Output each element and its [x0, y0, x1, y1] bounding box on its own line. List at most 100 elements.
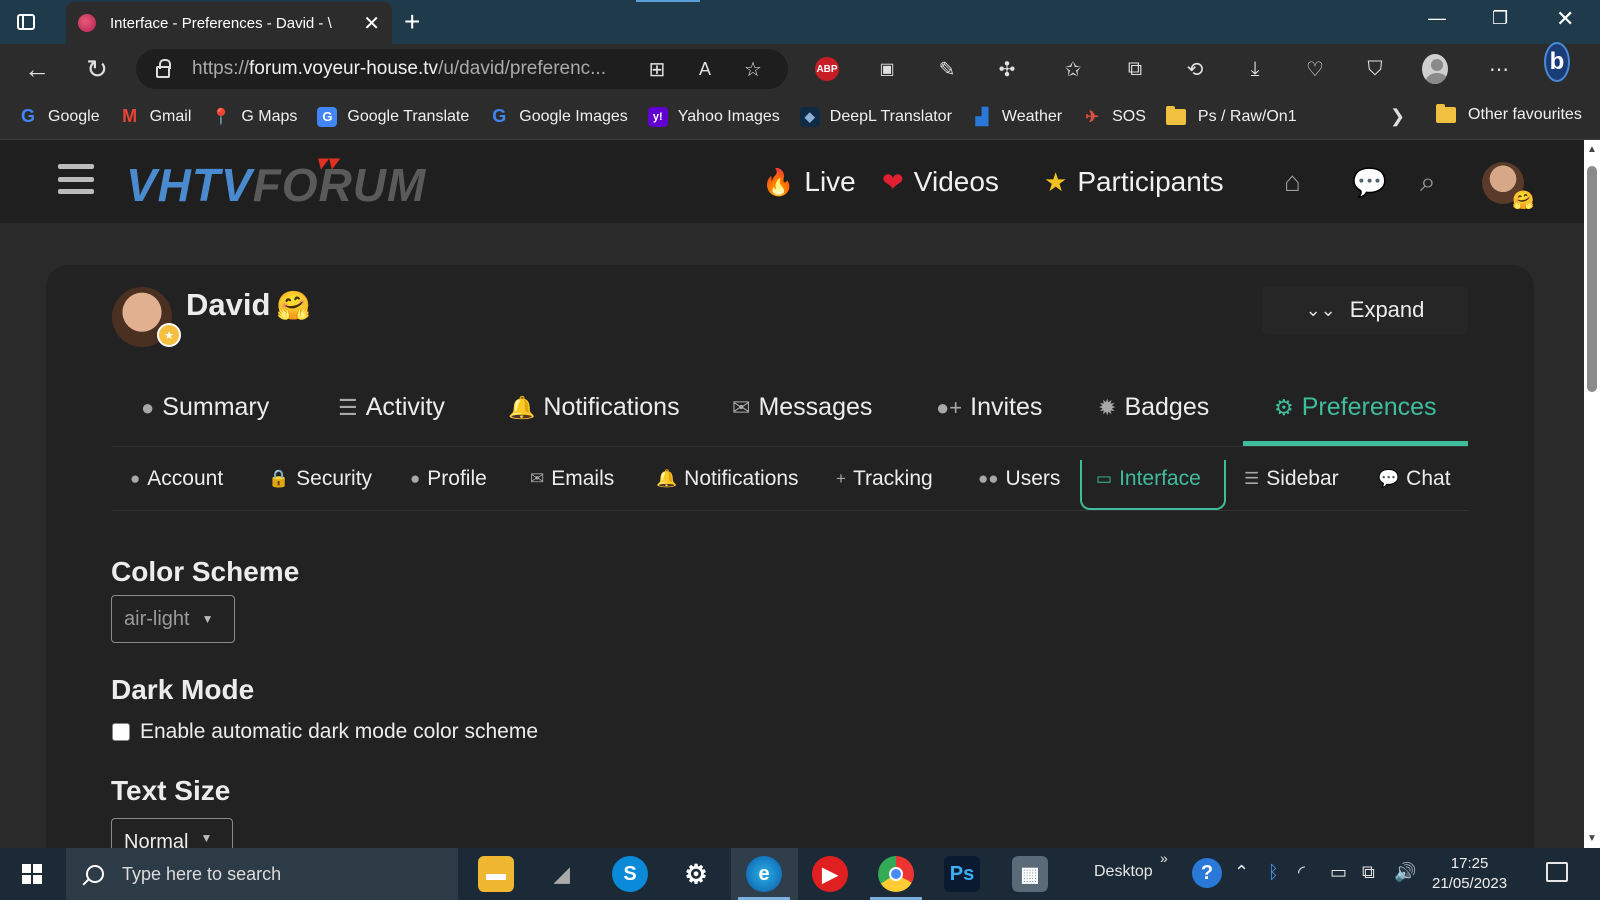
favorites-icon[interactable]: ✩ — [1060, 56, 1086, 82]
taskbar-search-box[interactable]: Type here to search — [66, 848, 458, 900]
tab-invites[interactable]: ●+ Invites — [936, 393, 1042, 422]
help-icon[interactable]: ? — [1192, 858, 1222, 888]
show-hidden-icons-chevron-icon[interactable]: ⌃ — [1234, 862, 1249, 883]
nav-participants[interactable]: ★ Participants — [1044, 166, 1224, 198]
downloads-icon[interactable]: ⤓ — [1242, 56, 1268, 82]
settings-more-icon[interactable]: ⋯ — [1486, 56, 1512, 82]
double-chevron-right-icon[interactable]: » — [1160, 850, 1168, 866]
new-tab-button[interactable]: + — [404, 6, 420, 38]
folder-icon — [1165, 105, 1186, 125]
bookmark-maps[interactable]: 📍 G Maps — [211, 107, 297, 127]
bookmark-translate[interactable]: G Google Translate — [317, 106, 469, 127]
search-icon[interactable]: ⌕ — [1420, 166, 1436, 199]
subtab-users[interactable]: ●● Users — [978, 467, 1060, 491]
adblock-plus-icon[interactable]: ABP — [814, 56, 840, 82]
scroll-up-arrow-icon[interactable]: ▲ — [1587, 144, 1597, 155]
restore-button[interactable]: ❐ — [1492, 8, 1508, 29]
youtube-icon[interactable]: ▶ — [812, 856, 848, 892]
close-window-button[interactable]: ✕ — [1556, 6, 1574, 32]
bookmark-google[interactable]: G Google — [18, 106, 100, 127]
dark-mode-option: Enable automatic dark mode color scheme — [112, 720, 538, 744]
tab-badges[interactable]: ✹ Badges — [1098, 393, 1209, 422]
extension-icon[interactable]: ▣ — [874, 56, 900, 82]
notification-center-icon[interactable] — [1546, 862, 1568, 882]
home-icon[interactable]: ⌂ — [1284, 166, 1301, 198]
collections-icon[interactable]: ⧉ — [1122, 56, 1148, 82]
subtab-profile[interactable]: ● Profile — [410, 467, 487, 491]
profile-icon[interactable] — [1422, 54, 1448, 84]
plus-icon: + — [836, 469, 846, 488]
subtab-account[interactable]: ● Account — [130, 467, 223, 491]
other-favourites-folder[interactable]: Other favourites — [1436, 104, 1582, 124]
taskbar-clock[interactable]: 17:25 21/05/2023 — [1432, 854, 1507, 894]
scroll-down-arrow-icon[interactable]: ▼ — [1587, 833, 1597, 844]
color-scheme-select[interactable]: air-light ▼ — [111, 595, 235, 643]
bookmark-deepl[interactable]: ◆ DeepL Translator — [799, 106, 952, 127]
read-aloud-icon[interactable]: A — [692, 56, 718, 82]
tab-messages[interactable]: ✉ Messages — [732, 393, 872, 422]
refresh-icon[interactable]: ↻ — [84, 54, 110, 84]
browser-tab-active[interactable]: Interface - Preferences - David - \ ✕ — [66, 2, 392, 44]
subtab-security[interactable]: 🔒 Security — [268, 467, 372, 491]
performance-icon[interactable]: ♡ — [1302, 56, 1328, 82]
settings-gear-icon[interactable]: ⚙ — [678, 856, 714, 892]
app-available-icon[interactable]: ⊞ — [644, 56, 670, 82]
bookmark-gmail[interactable]: M Gmail — [120, 106, 191, 127]
browser-essentials-icon[interactable]: ⛉ — [1362, 56, 1388, 82]
subtab-notifications[interactable]: 🔔 Notifications — [656, 467, 799, 491]
eyedropper-icon[interactable]: ✎ — [934, 56, 960, 82]
tablet-app-icon[interactable]: ◢ — [544, 856, 580, 892]
subtab-tracking[interactable]: + Tracking — [836, 467, 933, 491]
url-text[interactable]: https://forum.voyeur-house.tv/u/david/pr… — [192, 58, 622, 80]
subtab-emails[interactable]: ✉ Emails — [530, 467, 614, 491]
lock-icon[interactable] — [156, 59, 171, 78]
dark-mode-checkbox[interactable] — [112, 723, 130, 741]
calculator-icon[interactable]: ▦ — [1012, 856, 1048, 892]
tab-summary[interactable]: ● Summary — [141, 393, 269, 422]
subtab-interface[interactable]: ▭ Interface — [1096, 467, 1201, 491]
more-bookmarks-chevron-icon[interactable]: ❯ — [1390, 106, 1405, 127]
tab-notifications[interactable]: 🔔 Notifications — [508, 393, 680, 422]
hamburger-menu-icon[interactable] — [58, 164, 94, 194]
expand-profile-button[interactable]: ⌄⌄ Expand — [1262, 286, 1468, 334]
nav-videos[interactable]: ❤ Videos — [882, 166, 999, 198]
back-arrow-icon[interactable]: ← — [24, 54, 50, 84]
photoshop-icon[interactable]: Ps — [944, 856, 980, 892]
bookmark-sos[interactable]: ✈ SOS — [1082, 107, 1146, 127]
bookmark-google-images[interactable]: G Google Images — [489, 106, 628, 127]
battery-icon[interactable]: ▭ — [1330, 862, 1347, 883]
bookmark-weather[interactable]: ▟ Weather — [972, 107, 1062, 127]
extensions-puzzle-icon[interactable]: ✣ — [994, 56, 1020, 82]
tab-activity[interactable]: ☰ Activity — [338, 393, 445, 422]
minimize-button[interactable]: — — [1428, 8, 1446, 29]
file-explorer-icon[interactable]: ▬ — [478, 856, 514, 892]
scroll-thumb[interactable] — [1587, 166, 1597, 392]
wifi-icon[interactable]: ◜ — [1298, 862, 1305, 883]
close-tab-icon[interactable]: ✕ — [363, 11, 380, 36]
bookmark-folder-ps[interactable]: Ps / Raw/On1 — [1165, 105, 1297, 126]
bookmark-yahoo-images[interactable]: y! Yahoo Images — [647, 106, 780, 127]
add-favorite-icon[interactable]: ☆ — [740, 56, 766, 82]
windows-start-icon[interactable] — [22, 864, 42, 884]
history-icon[interactable]: ⟲ — [1182, 56, 1208, 82]
forum-logo[interactable]: VHTVFORUM ▾▾ — [126, 152, 426, 212]
user-main-tabs: ● Summary ☰ Activity 🔔 Notifications ✉ Messa… — [112, 383, 1468, 447]
edge-browser-icon[interactable]: e — [738, 856, 790, 900]
page-scrollbar[interactable]: ▲ ▼ — [1584, 140, 1600, 848]
subtab-chat[interactable]: 💬 Chat — [1378, 467, 1451, 491]
dark-mode-checkbox-label[interactable]: Enable automatic dark mode color scheme — [140, 720, 538, 744]
address-bar[interactable]: https://forum.voyeur-house.tv/u/david/pr… — [136, 49, 788, 89]
bluetooth-icon[interactable]: ᛒ — [1268, 862, 1279, 883]
desktop-toolbar-label[interactable]: Desktop — [1094, 863, 1153, 881]
nav-live[interactable]: 🔥 Live — [762, 166, 856, 198]
weather-icon: ▟ — [975, 108, 989, 126]
volume-icon[interactable]: 🔊 — [1394, 862, 1416, 883]
chat-bubble-icon[interactable]: 💬 — [1352, 166, 1387, 199]
bing-chat-icon[interactable]: b — [1544, 42, 1570, 82]
network-icon[interactable]: ⧉ — [1362, 862, 1375, 883]
skype-icon[interactable]: S — [612, 856, 648, 892]
tab-actions-button[interactable] — [14, 10, 38, 34]
subtab-sidebar[interactable]: ☰ Sidebar — [1244, 467, 1339, 491]
tab-preferences[interactable]: ⚙ Preferences — [1274, 393, 1437, 422]
chrome-icon[interactable] — [870, 856, 922, 900]
